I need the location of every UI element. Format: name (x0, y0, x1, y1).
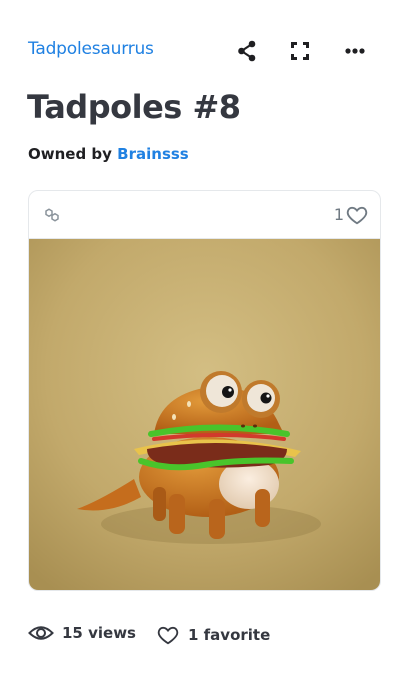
views-stat: 15 views (28, 624, 136, 642)
asset-title: Tadpoles #8 (27, 88, 241, 126)
more-icon[interactable] (342, 38, 368, 64)
eye-icon (28, 626, 54, 640)
owned-by-label: Owned by (28, 145, 112, 163)
views-count: 15 views (62, 624, 136, 642)
owner-line: Owned by Brainsss (28, 145, 189, 163)
collection-link[interactable]: Tadpolesaurrus (28, 39, 154, 59)
header-row: Tadpolesaurrus (28, 38, 380, 64)
heart-icon (157, 626, 179, 645)
card-header: 1 (29, 191, 380, 239)
favorites-stat[interactable]: 1 favorite (156, 624, 270, 646)
favorite-count: 1 (333, 205, 344, 224)
owner-link[interactable]: Brainsss (117, 145, 189, 163)
favorites-count: 1 favorite (188, 626, 271, 644)
share-icon[interactable] (234, 38, 260, 64)
heart-icon[interactable] (346, 204, 368, 226)
stats-row: 15 views 1 favorite (28, 624, 380, 650)
asset-card: 1 (28, 190, 381, 591)
polygon-chain-icon (45, 208, 59, 222)
fullscreen-icon[interactable] (287, 38, 313, 64)
nft-artwork-image[interactable] (29, 239, 381, 591)
